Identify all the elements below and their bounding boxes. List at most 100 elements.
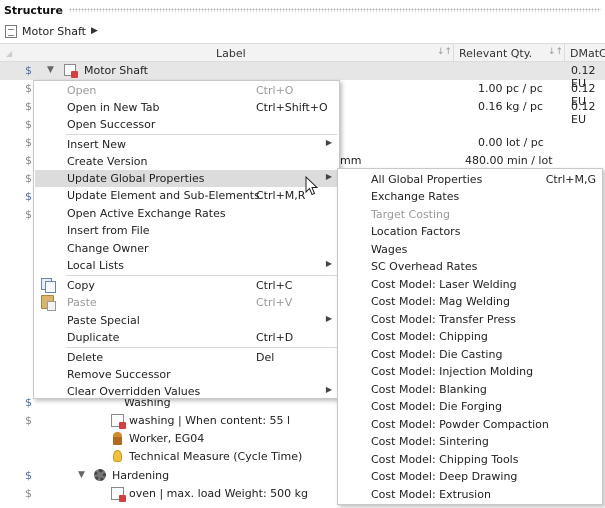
menu-item-label: Change Owner: [67, 242, 149, 255]
row-label: oven | max. load Weight: 500 kg: [129, 487, 309, 500]
submenu-arrow-icon: ▶: [325, 314, 332, 323]
dollar-icon: $: [25, 100, 32, 113]
row-qty: 0.00 lot / pc: [478, 136, 544, 149]
menu-item-label: Open: [67, 84, 97, 97]
menu-item-shortcut: Ctrl+C: [256, 279, 293, 292]
submenu-item-blanking[interactable]: Cost Model: Blanking: [339, 381, 601, 398]
submenu-item-powder-compaction[interactable]: Cost Model: Powder Compaction: [339, 416, 601, 433]
menu-item-label: Delete: [67, 351, 104, 364]
submenu-item-extrusion[interactable]: Cost Model: Extrusion: [339, 486, 601, 503]
column-divider[interactable]: [453, 44, 454, 61]
submenu-item-all-global-properties[interactable]: All Global Properties Ctrl+M,G: [339, 171, 601, 188]
submenu-item-sc-overhead-rates[interactable]: SC Overhead Rates: [339, 258, 601, 275]
menu-separator: [66, 275, 337, 276]
dollar-icon: $: [25, 82, 32, 95]
submenu-item-label: Cost Model: Die Casting: [371, 348, 503, 361]
menu-item-copy[interactable]: Copy Ctrl+C: [35, 277, 338, 294]
menu-item-create-version[interactable]: Create Version: [35, 153, 338, 170]
submenu-item-mag-welding[interactable]: Cost Model: Mag Welding: [339, 293, 601, 310]
submenu-item-die-casting[interactable]: Cost Model: Die Casting: [339, 346, 601, 363]
submenu-item-die-forging[interactable]: Cost Model: Die Forging: [339, 398, 601, 415]
column-dmat[interactable]: DMatC: [570, 47, 605, 60]
submenu-item-chipping[interactable]: Cost Model: Chipping: [339, 328, 601, 345]
gear-icon: [94, 469, 106, 481]
row-label: Technical Measure (Cycle Time): [129, 450, 303, 463]
submenu-item-label: Cost Model: Sintering: [371, 435, 489, 448]
row-label: mm: [340, 154, 362, 167]
menu-item-clear-overridden-values[interactable]: Clear Overridden Values ▶: [35, 383, 338, 400]
menu-item-label: Create Version: [67, 155, 148, 168]
menu-item-paste-special[interactable]: Paste Special ▶: [35, 312, 338, 329]
column-relevant-qty[interactable]: Relevant Qty.: [459, 47, 532, 60]
menu-item-paste[interactable]: Paste Ctrl+V: [35, 294, 338, 311]
dollar-icon: $: [25, 154, 32, 167]
submenu-item-label: Cost Model: Chipping Tools: [371, 453, 519, 466]
menu-item-shortcut: Ctrl+D: [256, 331, 294, 344]
menu-item-shortcut: Ctrl+V: [256, 296, 293, 309]
submenu-item-label: All Global Properties: [371, 173, 483, 186]
submenu-item-label: Cost Model: Deep Drawing: [371, 470, 518, 483]
menu-item-update-element[interactable]: Update Element and Sub-Elements Ctrl+M,R: [35, 187, 338, 204]
menu-item-open[interactable]: Open Ctrl+O: [35, 82, 338, 99]
collapse-arrow-icon[interactable]: ▼: [78, 470, 85, 480]
sort-icon[interactable]: ↓↑: [437, 47, 452, 57]
sort-icon[interactable]: ↓↑: [548, 47, 563, 57]
column-divider[interactable]: [564, 44, 565, 61]
submenu-item-exchange-rates[interactable]: Exchange Rates: [339, 188, 601, 205]
menu-item-duplicate[interactable]: Duplicate Ctrl+D: [35, 329, 338, 346]
bulb-icon: [113, 450, 122, 462]
menu-item-delete[interactable]: Delete Del: [35, 349, 338, 366]
submenu-item-deep-drawing[interactable]: Cost Model: Deep Drawing: [339, 468, 601, 485]
menu-item-shortcut: Del: [256, 351, 275, 364]
submenu-item-wages[interactable]: Wages: [339, 241, 601, 258]
submenu-item-label: Cost Model: Laser Welding: [371, 278, 517, 291]
menu-item-remove-successor[interactable]: Remove Successor: [35, 366, 338, 383]
formula-icon: [111, 487, 126, 502]
dollar-icon: $: [25, 396, 32, 409]
panel-title: Structure: [4, 3, 63, 17]
menu-separator: [66, 134, 337, 135]
dollar-icon: $: [25, 208, 32, 221]
submenu-item-label: Cost Model: Blanking: [371, 383, 487, 396]
menu-item-label: Insert from File: [67, 224, 150, 237]
submenu-arrow-icon: ▶: [325, 259, 332, 268]
menu-item-local-lists[interactable]: Local Lists ▶: [35, 257, 338, 274]
dollar-icon: $: [25, 469, 32, 482]
panel-title-rule: [68, 8, 601, 12]
submenu-item-chipping-tools[interactable]: Cost Model: Chipping Tools: [339, 451, 601, 468]
menu-item-open-successor[interactable]: Open Successor: [35, 116, 338, 133]
dollar-icon: $: [25, 414, 32, 427]
menu-item-shortcut: Ctrl+O: [256, 84, 294, 97]
submenu-item-injection-molding[interactable]: Cost Model: Injection Molding: [339, 363, 601, 380]
submenu-arrow-icon: ▶: [325, 385, 332, 394]
menu-item-insert-from-file[interactable]: Insert from File: [35, 222, 338, 239]
submenu-item-sintering[interactable]: Cost Model: Sintering: [339, 433, 601, 450]
submenu-item-laser-welding[interactable]: Cost Model: Laser Welding: [339, 276, 601, 293]
dollar-icon: $: [25, 487, 32, 500]
menu-item-insert-new[interactable]: Insert New ▶: [35, 136, 338, 153]
document-icon: [64, 64, 78, 78]
menu-item-update-global-properties[interactable]: Update Global Properties ▶: [35, 170, 338, 187]
context-menu: Open Ctrl+O Open in New Tab Ctrl+Shift+O…: [33, 80, 340, 399]
submenu-arrow-icon: ▶: [325, 138, 332, 147]
submenu-item-target-costing[interactable]: Target Costing: [339, 206, 601, 223]
menu-item-label: Update Global Properties: [67, 172, 205, 185]
collapse-arrow-icon[interactable]: ▼: [47, 65, 54, 75]
submenu-item-location-factors[interactable]: Location Factors: [339, 223, 601, 240]
worker-icon: [113, 432, 122, 445]
submenu-item-label: Target Costing: [371, 208, 450, 221]
menu-item-label: Local Lists: [67, 259, 124, 272]
breadcrumb-item[interactable]: Motor Shaft: [22, 25, 86, 38]
column-header: ◢ Label ↓↑ Relevant Qty. ↓↑ DMatC: [0, 43, 605, 62]
breadcrumb-arrow-icon[interactable]: ▶: [91, 26, 98, 36]
submenu-item-transfer-press[interactable]: Cost Model: Transfer Press: [339, 311, 601, 328]
formula-icon: [111, 414, 126, 429]
menu-item-open-new-tab[interactable]: Open in New Tab Ctrl+Shift+O: [35, 99, 338, 116]
submenu-item-label: Cost Model: Die Forging: [371, 400, 502, 413]
table-row[interactable]: $ ▼ Motor Shaft 0.12 EU: [0, 62, 605, 90]
menu-item-change-owner[interactable]: Change Owner: [35, 240, 338, 257]
menu-item-label: Open Successor: [67, 118, 156, 131]
column-label[interactable]: Label: [216, 47, 246, 60]
menu-item-open-exchange-rates[interactable]: Open Active Exchange Rates: [35, 205, 338, 222]
row-label: Hardening: [112, 469, 170, 482]
